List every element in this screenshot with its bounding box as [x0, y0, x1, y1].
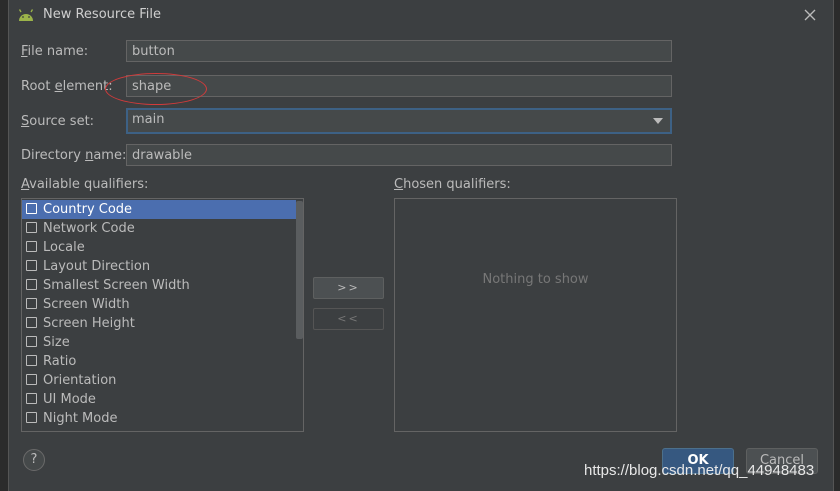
- ratio-icon: [26, 355, 37, 366]
- chosen-qualifiers-label: Chosen qualifiers:: [394, 177, 511, 192]
- root-element-label: Root element:: [21, 79, 113, 94]
- android-icon: [18, 9, 34, 21]
- source-set-label: Source set:: [21, 114, 95, 129]
- ui-mode-icon: [26, 393, 37, 404]
- qualifier-label: Orientation: [43, 373, 117, 388]
- add-qualifier-button[interactable]: >>: [313, 277, 384, 299]
- file-name-field[interactable]: button: [126, 40, 672, 62]
- qualifier-label: Network Code: [43, 221, 135, 236]
- qualifier-label: Country Code: [43, 202, 133, 217]
- smallest-screen-width-icon: [26, 279, 37, 290]
- new-resource-file-dialog: New Resource File File name: button Root…: [8, 0, 834, 491]
- size-icon: [26, 336, 37, 347]
- directory-name-label: Directory name:: [21, 148, 127, 163]
- night-mode-icon: [26, 412, 37, 423]
- qualifier-item[interactable]: Smallest Screen Width: [22, 276, 296, 295]
- screen-height-icon: [26, 317, 37, 328]
- help-button[interactable]: ?: [23, 449, 45, 471]
- file-name-label: File name:: [21, 44, 89, 59]
- qualifier-item[interactable]: Screen Width: [22, 295, 296, 314]
- red-annotation-ellipse: [105, 73, 207, 105]
- scrollbar[interactable]: [296, 201, 303, 339]
- title-bar: New Resource File: [9, 0, 833, 32]
- dialog-title: New Resource File: [43, 7, 161, 22]
- qualifier-label: Screen Width: [43, 297, 130, 312]
- remove-qualifier-button[interactable]: <<: [313, 308, 384, 330]
- layout-direction-icon: [26, 260, 37, 271]
- network-code-icon: [26, 222, 37, 233]
- watermark-text: https://blog.csdn.net/qq_44948483: [584, 462, 815, 479]
- qualifier-label: Smallest Screen Width: [43, 278, 190, 293]
- qualifier-item[interactable]: Country Code: [22, 200, 296, 219]
- qualifier-item[interactable]: Network Code: [22, 219, 296, 238]
- screen-width-icon: [26, 298, 37, 309]
- qualifier-label: Screen Height: [43, 316, 135, 331]
- directory-name-field[interactable]: drawable: [126, 144, 672, 166]
- country-code-icon: [26, 203, 37, 214]
- background-editor-left: [0, 0, 8, 491]
- empty-state-text: Nothing to show: [482, 272, 589, 287]
- close-icon[interactable]: [801, 6, 819, 24]
- qualifier-label: Ratio: [43, 354, 77, 369]
- qualifier-label: Size: [43, 335, 70, 350]
- qualifier-item[interactable]: Orientation: [22, 371, 296, 390]
- qualifier-label: Night Mode: [43, 411, 118, 426]
- chevron-down-icon[interactable]: [653, 118, 663, 124]
- qualifier-item[interactable]: Size: [22, 333, 296, 352]
- qualifier-label: UI Mode: [43, 392, 96, 407]
- available-qualifiers-list[interactable]: Country Code Network Code Locale Layout Dir…: [21, 198, 304, 432]
- qualifier-item[interactable]: Screen Height: [22, 314, 296, 333]
- source-set-dropdown[interactable]: main: [126, 108, 672, 134]
- source-set-value: main: [132, 112, 165, 127]
- qualifier-item[interactable]: Ratio: [22, 352, 296, 371]
- qualifier-label: Locale: [43, 240, 85, 255]
- orientation-icon: [26, 374, 37, 385]
- root-element-field[interactable]: shape: [126, 75, 672, 97]
- available-qualifiers-label: Available qualifiers:: [21, 177, 149, 192]
- qualifier-item[interactable]: Layout Direction: [22, 257, 296, 276]
- locale-icon: [26, 241, 37, 252]
- qualifier-label: Layout Direction: [43, 259, 151, 274]
- qualifier-item[interactable]: UI Mode: [22, 390, 296, 409]
- qualifier-item[interactable]: Locale: [22, 238, 296, 257]
- chosen-qualifiers-list[interactable]: Nothing to show: [394, 198, 677, 432]
- qualifier-item[interactable]: Night Mode: [22, 409, 296, 428]
